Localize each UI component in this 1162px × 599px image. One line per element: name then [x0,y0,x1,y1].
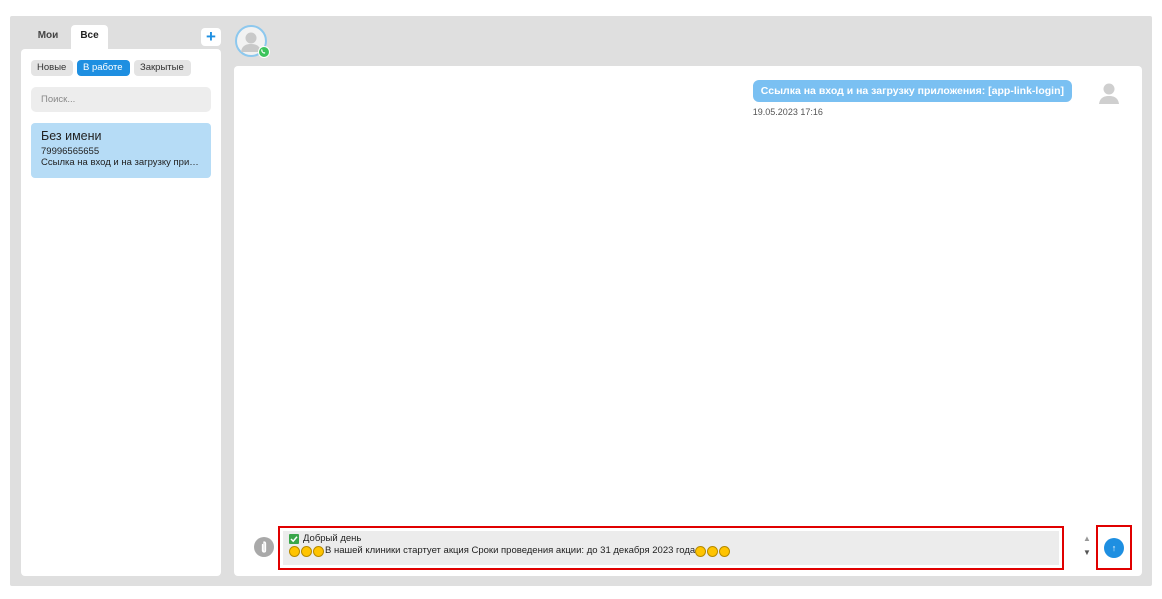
sun-emoji-icon [719,545,731,557]
message-text[interactable]: Добрый день В нашей клиники стартует акц… [283,531,1059,565]
sun-emoji-icon [301,545,312,557]
input-scrollbar[interactable]: ▲ ▼ [1079,532,1095,562]
filter-closed[interactable]: Закрытые [134,60,191,76]
scroll-down-icon[interactable]: ▼ [1079,546,1095,560]
sun-emoji-icon [707,545,719,557]
message-bubble: Ссылка на вход и на загрузку приложения:… [752,80,1072,102]
contact-item[interactable]: Без имени 79996565655 Ссылка на вход и н… [31,123,211,178]
whatsapp-icon [258,46,270,58]
message-line-2: В нашей клиники стартует акция Сроки про… [289,545,1053,557]
app-window: Мои Все + Новые В работе Закрытые Без им… [10,16,1152,586]
sun-emoji-icon [313,545,324,557]
message-line-2-text: В нашей клиники стартует акция Сроки про… [325,545,696,556]
message-line-1: Добрый день [289,533,1053,545]
sun-emoji-icon [289,545,300,557]
check-mark-icon [289,534,299,544]
sidebar-panel: Новые В работе Закрытые Без имени 799965… [21,49,221,576]
search-input[interactable] [31,87,211,112]
send-button-frame: ↑ [1096,525,1132,570]
attach-icon[interactable] [254,537,274,557]
contact-last-message: Ссылка на вход и на загрузку приложения:… [41,157,201,168]
send-button[interactable]: ↑ [1104,538,1124,558]
message-line-1-text: Добрый день [303,533,362,544]
filter-in-progress[interactable]: В работе [77,60,130,76]
message-input[interactable]: Добрый день В нашей клиники стартует акц… [278,526,1064,570]
message-timestamp: 19.05.2023 17:16 [752,107,823,117]
contact-name: Без имени [41,129,102,143]
contact-phone: 79996565655 [41,146,100,157]
sun-emoji-icon [695,545,707,557]
contact-avatar[interactable] [235,25,270,58]
tab-all[interactable]: Все [71,25,108,49]
add-chat-button[interactable]: + [201,28,221,46]
tab-mine[interactable]: Мои [27,25,69,49]
chat-panel: Ссылка на вход и на загрузку приложения:… [234,66,1142,576]
sidebar-tabs: Мои Все + [21,25,221,49]
filter-new[interactable]: Новые [31,60,73,76]
message-outgoing: Ссылка на вход и на загрузку приложения:… [752,80,1072,117]
sidebar: Мои Все + Новые В работе Закрытые Без им… [21,25,221,576]
scroll-up-icon[interactable]: ▲ [1079,532,1095,546]
operator-avatar-icon [1099,83,1119,104]
